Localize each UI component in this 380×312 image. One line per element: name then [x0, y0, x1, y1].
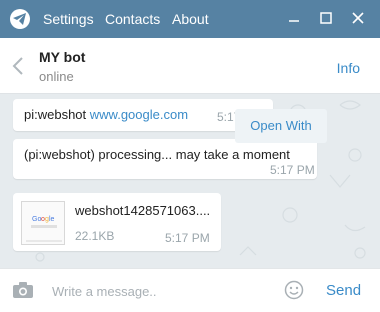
close-icon[interactable] [350, 10, 366, 26]
chat-title: MY bot [39, 49, 86, 65]
message-input[interactable] [52, 281, 272, 301]
message-composer: Send [0, 268, 380, 312]
message-prefix: pi:webshot [24, 107, 90, 122]
telegram-logo-icon [10, 9, 30, 29]
chat-header: MY bot online Info [0, 38, 380, 94]
file-thumbnail[interactable]: Go o g le [21, 201, 65, 245]
message-text: pi:webshot www.google.com [24, 107, 188, 122]
file-name[interactable]: webshot1428571063.... [75, 203, 210, 218]
message-time: 5:17 PM [270, 163, 315, 177]
message-link[interactable]: www.google.com [90, 107, 188, 122]
message-text: (pi:webshot) processing... may take a mo… [24, 147, 290, 162]
menu-about[interactable]: About [172, 11, 209, 27]
camera-icon[interactable] [12, 280, 34, 300]
emoji-icon[interactable] [284, 280, 304, 300]
menu-settings[interactable]: Settings [43, 11, 94, 27]
minimize-icon[interactable] [286, 10, 302, 26]
send-button[interactable]: Send [326, 282, 361, 299]
message-bubble: pi:webshot www.google.com 5:17 PM [13, 99, 273, 131]
title-bar: Settings Contacts About [0, 0, 380, 38]
maximize-icon[interactable] [318, 10, 334, 26]
file-size: 22.1KB [75, 229, 115, 243]
open-with-button[interactable]: Open With [235, 109, 327, 143]
info-link[interactable]: Info [337, 60, 360, 76]
message-list: pi:webshot www.google.com 5:17 PM (pi:we… [0, 95, 380, 268]
message-bubble: (pi:webshot) processing... may take a mo… [13, 139, 317, 179]
menu-contacts[interactable]: Contacts [105, 11, 160, 27]
svg-text:le: le [49, 216, 55, 223]
chat-status: online [39, 69, 74, 84]
message-time: 5:17 PM [165, 231, 210, 245]
back-arrow-icon[interactable] [10, 56, 26, 76]
webpage-preview-icon: Go o g le [22, 202, 64, 244]
file-message-bubble: Go o g le webshot1428571063.... 22.1KB 5… [13, 193, 221, 251]
